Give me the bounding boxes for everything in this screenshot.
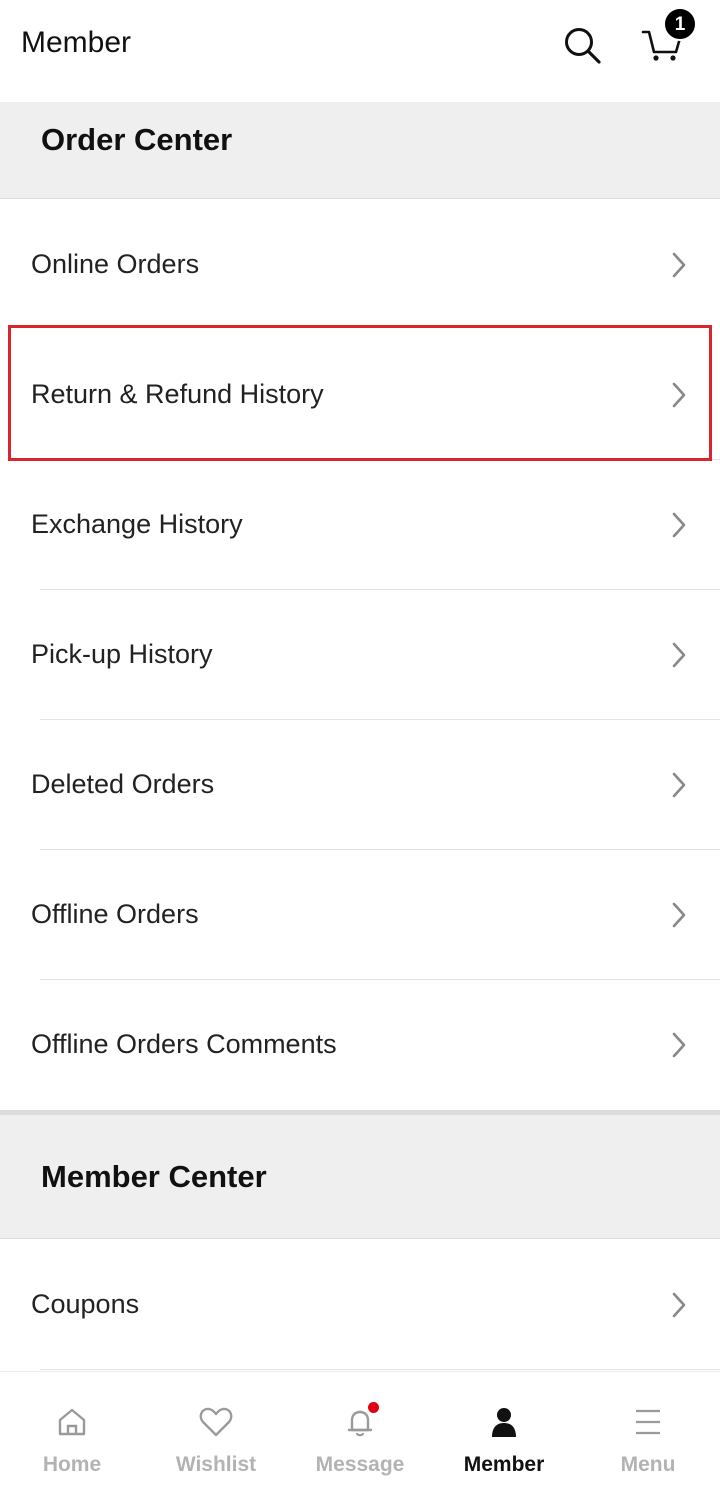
chevron-right-icon xyxy=(668,380,690,410)
order-center-title: Order Center xyxy=(41,122,233,157)
tab-menu[interactable]: Menu xyxy=(576,1372,720,1503)
page-title: Member xyxy=(21,26,132,59)
tab-label: Message xyxy=(315,1453,405,1476)
menu-item-offline-orders-comments[interactable]: Offline Orders Comments xyxy=(0,980,720,1110)
home-icon xyxy=(52,1402,92,1442)
menu-item-label: Pick-up History xyxy=(31,639,213,669)
notification-dot xyxy=(368,1402,379,1413)
search-icon[interactable] xyxy=(561,24,603,66)
menu-item-offline-orders[interactable]: Offline Orders xyxy=(0,850,720,980)
menu-item-label: Offline Orders Comments xyxy=(31,1029,337,1059)
tab-label: Member xyxy=(463,1453,545,1476)
bottom-tab-bar: Home Wishlist Message Member Menu xyxy=(0,1371,720,1503)
chevron-right-icon xyxy=(668,250,690,280)
row-divider xyxy=(40,1369,720,1370)
chevron-right-icon xyxy=(668,900,690,930)
member-center-header: Member Center xyxy=(0,1115,720,1238)
menu-item-label: Return & Refund History xyxy=(31,379,324,409)
heart-icon xyxy=(196,1402,236,1442)
top-bar: Member 1 xyxy=(0,0,720,102)
chevron-right-icon xyxy=(668,510,690,540)
chevron-right-icon xyxy=(668,770,690,800)
tab-home[interactable]: Home xyxy=(0,1372,144,1503)
tab-wishlist[interactable]: Wishlist xyxy=(144,1372,288,1503)
menu-item-exchange-history[interactable]: Exchange History xyxy=(0,460,720,590)
order-center-header: Order Center xyxy=(0,102,720,199)
menu-item-label: Exchange History xyxy=(31,509,243,539)
chevron-right-icon xyxy=(668,1290,690,1320)
tab-label: Wishlist xyxy=(175,1453,257,1476)
cart-count-badge: 1 xyxy=(663,7,697,41)
chevron-right-icon xyxy=(668,1030,690,1060)
menu-item-deleted-orders[interactable]: Deleted Orders xyxy=(0,720,720,850)
tab-label: Home xyxy=(42,1453,102,1476)
person-icon xyxy=(484,1402,524,1442)
chevron-right-icon xyxy=(668,640,690,670)
menu-icon xyxy=(628,1402,668,1442)
menu-item-pickup-history[interactable]: Pick-up History xyxy=(0,590,720,720)
menu-item-label: Coupons xyxy=(31,1289,140,1319)
tab-label: Menu xyxy=(620,1453,676,1476)
menu-item-label: Deleted Orders xyxy=(31,769,215,799)
menu-item-label: Offline Orders xyxy=(31,899,199,929)
menu-item-label: Online Orders xyxy=(31,249,200,279)
menu-item-return-refund-history[interactable]: Return & Refund History xyxy=(0,330,720,460)
tab-member[interactable]: Member xyxy=(432,1372,576,1503)
menu-item-online-orders[interactable]: Online Orders xyxy=(0,200,720,330)
member-center-title: Member Center xyxy=(41,1159,267,1194)
tab-message[interactable]: Message xyxy=(288,1372,432,1503)
menu-item-coupons[interactable]: Coupons xyxy=(0,1240,720,1370)
